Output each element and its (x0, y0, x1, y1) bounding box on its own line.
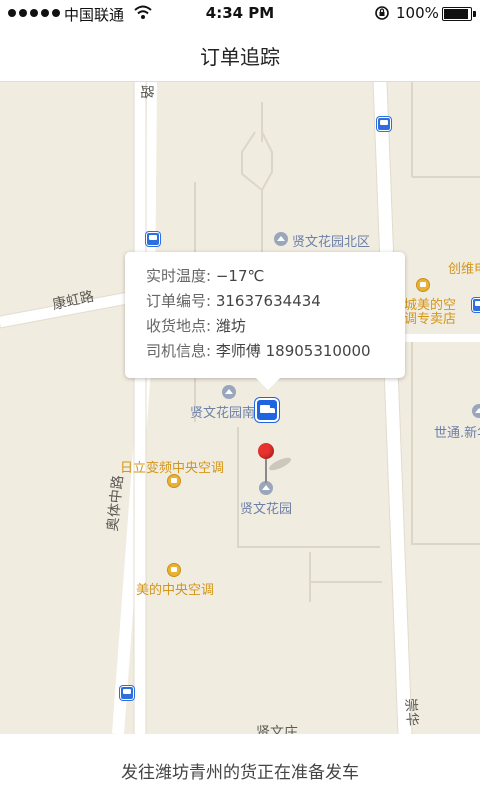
road-label-top: 路 (138, 85, 154, 99)
battery-percentage: 100% (396, 4, 439, 22)
destination-label: 收货地点: (146, 317, 212, 335)
orientation-lock-icon (374, 5, 390, 25)
bus-stop-icon[interactable] (120, 686, 134, 700)
bus-stop-icon[interactable] (377, 117, 391, 131)
info-row-temperature: 实时温度: −17℃ (146, 264, 405, 289)
temperature-value: −17℃ (215, 267, 265, 285)
status-bar: 中国联通 4:34 PM 100% (0, 0, 480, 28)
poi-label-chuangwei[interactable]: 创维电 (448, 258, 480, 277)
driver-label: 司机信息: (146, 342, 212, 360)
poi-residence-icon[interactable] (259, 481, 273, 495)
temperature-label: 实时温度: (146, 267, 212, 285)
shipment-status-text: 发往潍坊青州的货正在准备发车 (121, 763, 359, 783)
road-label-chonghua: 崇华 (402, 697, 420, 727)
poi-residence-icon[interactable] (274, 232, 288, 246)
poi-label-chengmei-2[interactable]: 调专卖店 (404, 308, 456, 327)
page-title: 订单追踪 (200, 45, 280, 69)
location-pin-icon[interactable] (258, 443, 274, 459)
driver-value: 李师傅 18905310000 (215, 342, 371, 360)
order-info-popup[interactable]: 实时温度: −17℃ 订单编号: 31637634434 收货地点: 潍坊 司机… (125, 252, 405, 390)
truck-location-icon[interactable] (255, 398, 279, 422)
order-number-label: 订单编号: (146, 292, 212, 310)
info-row-order: 订单编号: 31637634434 (146, 289, 405, 314)
map-view[interactable]: 路 康虹路 奥体中路 崇华 贤文庄 贤文花园北区 创维电 城美的空 调专卖店 贤… (0, 82, 480, 734)
nav-bar: 订单追踪 (0, 28, 480, 82)
poi-label-xianwen-north[interactable]: 贤文花园北区 (292, 231, 370, 250)
pin-stem (265, 457, 267, 483)
poi-shop-icon[interactable] (167, 474, 181, 488)
bus-stop-icon[interactable] (472, 298, 480, 312)
poi-residence-icon[interactable] (472, 404, 480, 418)
poi-shop-icon[interactable] (167, 563, 181, 577)
bus-stop-icon[interactable] (146, 232, 160, 246)
bottom-status-bar: 发往潍坊青州的货正在准备发车 (0, 734, 480, 800)
info-row-destination: 收货地点: 潍坊 (146, 314, 405, 339)
poi-residence-icon[interactable] (222, 385, 236, 399)
poi-shop-icon[interactable] (416, 278, 430, 292)
road-label-xianwen: 贤文庄 (256, 725, 298, 734)
order-number-value: 31637634434 (215, 292, 321, 310)
poi-label-xianwen[interactable]: 贤文花园 (240, 498, 292, 517)
info-row-driver: 司机信息: 李师傅 18905310000 (146, 339, 405, 364)
poi-label-midea[interactable]: 美的中央空调 (136, 579, 214, 598)
battery-icon (442, 7, 476, 21)
poi-label-shitong[interactable]: 世通.新华 (434, 422, 480, 441)
destination-value: 潍坊 (215, 317, 246, 335)
poi-label-xianwen-south[interactable]: 贤文花园南 (190, 402, 255, 421)
